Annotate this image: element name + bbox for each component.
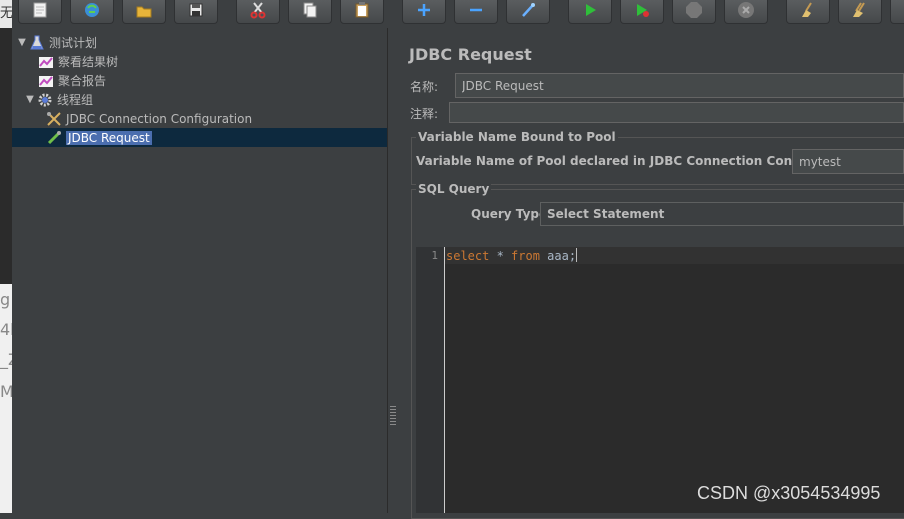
pipette-icon (45, 129, 63, 147)
sql-token: * (489, 249, 512, 263)
paste-button[interactable] (340, 0, 384, 24)
tree-item-label: 线程组 (57, 93, 94, 107)
tree-item-view-results-tree[interactable]: 察看结果树 (37, 52, 118, 71)
page-title: JDBC Request (409, 45, 532, 64)
text-caret (576, 248, 578, 262)
tree-item-jdbc-connection-config[interactable]: JDBC Connection Configuration (45, 109, 252, 128)
tree-item-aggregate-report[interactable]: 聚合报告 (37, 71, 106, 90)
start-no-pause-button[interactable] (620, 0, 664, 24)
clear-all-button[interactable] (838, 0, 882, 24)
folder-icon (135, 1, 153, 23)
copy-icon (301, 1, 319, 23)
wand-icon (519, 1, 537, 23)
paste-icon (353, 1, 371, 23)
tree-item-jdbc-request[interactable]: JDBC Request (12, 128, 387, 147)
broom-icon (799, 1, 817, 23)
query-type-select[interactable]: Select Statement (540, 202, 904, 226)
cut-icon (249, 1, 267, 23)
pool-name-field[interactable] (792, 149, 904, 174)
sql-keyword: from (511, 249, 540, 263)
expand-button[interactable] (402, 0, 446, 24)
background-window-dark-area (0, 28, 12, 284)
save-icon (187, 1, 205, 23)
line-number: 1 (431, 249, 438, 262)
jdbc-request-panel: JDBC Request 名称: 注释: Variable Name Bound… (398, 28, 904, 519)
tree-item-label: JDBC Connection Configuration (66, 111, 253, 126)
toggle-button[interactable] (506, 0, 550, 24)
name-field[interactable] (455, 73, 904, 98)
comment-field[interactable] (449, 102, 904, 123)
expanded-arrow-icon[interactable]: ▼ (16, 37, 28, 48)
play-no-pause-icon (633, 1, 651, 23)
play-icon (581, 1, 599, 23)
plus-icon (415, 1, 433, 23)
clear-button[interactable] (786, 0, 830, 24)
tree-item-label: 聚合报告 (58, 74, 107, 88)
start-button[interactable] (568, 0, 612, 24)
wrench-icon (45, 110, 63, 128)
tree-item-test-plan[interactable]: ▼ 测试计划 (16, 33, 97, 52)
minus-icon (467, 1, 485, 23)
flask-icon (28, 34, 46, 52)
cut-button[interactable] (236, 0, 280, 24)
code-line[interactable]: select * from aaa; (446, 248, 578, 263)
expanded-arrow-icon[interactable]: ▼ (24, 94, 36, 105)
tree-item-label: 察看结果树 (58, 55, 119, 69)
collapse-button[interactable] (454, 0, 498, 24)
sql-keyword: select (446, 249, 490, 263)
broom-all-icon (851, 1, 869, 23)
new-template-button[interactable] (18, 0, 62, 24)
pool-group-title: Variable Name Bound to Pool (416, 130, 618, 144)
open-folder-button[interactable] (122, 0, 166, 24)
tree-item-thread-group[interactable]: ▼ 线程组 (24, 90, 93, 109)
gear-icon (36, 91, 54, 109)
test-plan-tree: ▼ 测试计划 察看结果树 聚合报告 ▼ 线程组 JDBC Connection … (12, 28, 388, 513)
splitter-grip-icon[interactable] (390, 406, 396, 426)
sql-query-group-title: SQL Query (416, 182, 492, 196)
more-toolbar-button[interactable] (890, 0, 904, 24)
copy-button[interactable] (288, 0, 332, 24)
stop-icon (685, 1, 703, 23)
shutdown-button[interactable] (724, 0, 768, 24)
sql-token: aaa; (539, 249, 577, 263)
background-window-title-fragment: 无 (0, 0, 12, 28)
shutdown-icon (737, 1, 755, 23)
open-icon (83, 1, 101, 23)
toolbar: 无 (0, 0, 904, 29)
watermark: CSDN @x3054534995 (697, 483, 881, 503)
open-button[interactable] (70, 0, 114, 24)
background-text-fragment: 4b (0, 320, 12, 339)
tree-item-label: 测试计划 (49, 36, 98, 50)
stop-button[interactable] (672, 0, 716, 24)
sql-editor[interactable]: 1 select * from aaa; (416, 247, 904, 513)
name-label: 名称: (410, 80, 439, 94)
comment-label: 注释: (410, 107, 439, 121)
graph-icon (37, 53, 55, 71)
templates-icon (31, 1, 49, 23)
save-button[interactable] (174, 0, 218, 24)
background-text-fragment: M (0, 382, 12, 401)
background-text-fragment: _Z (0, 350, 12, 369)
line-number-gutter: 1 (416, 247, 445, 513)
graph-icon (37, 72, 55, 90)
tree-item-label: JDBC Request (66, 130, 152, 145)
background-text-fragment: g (0, 290, 11, 309)
